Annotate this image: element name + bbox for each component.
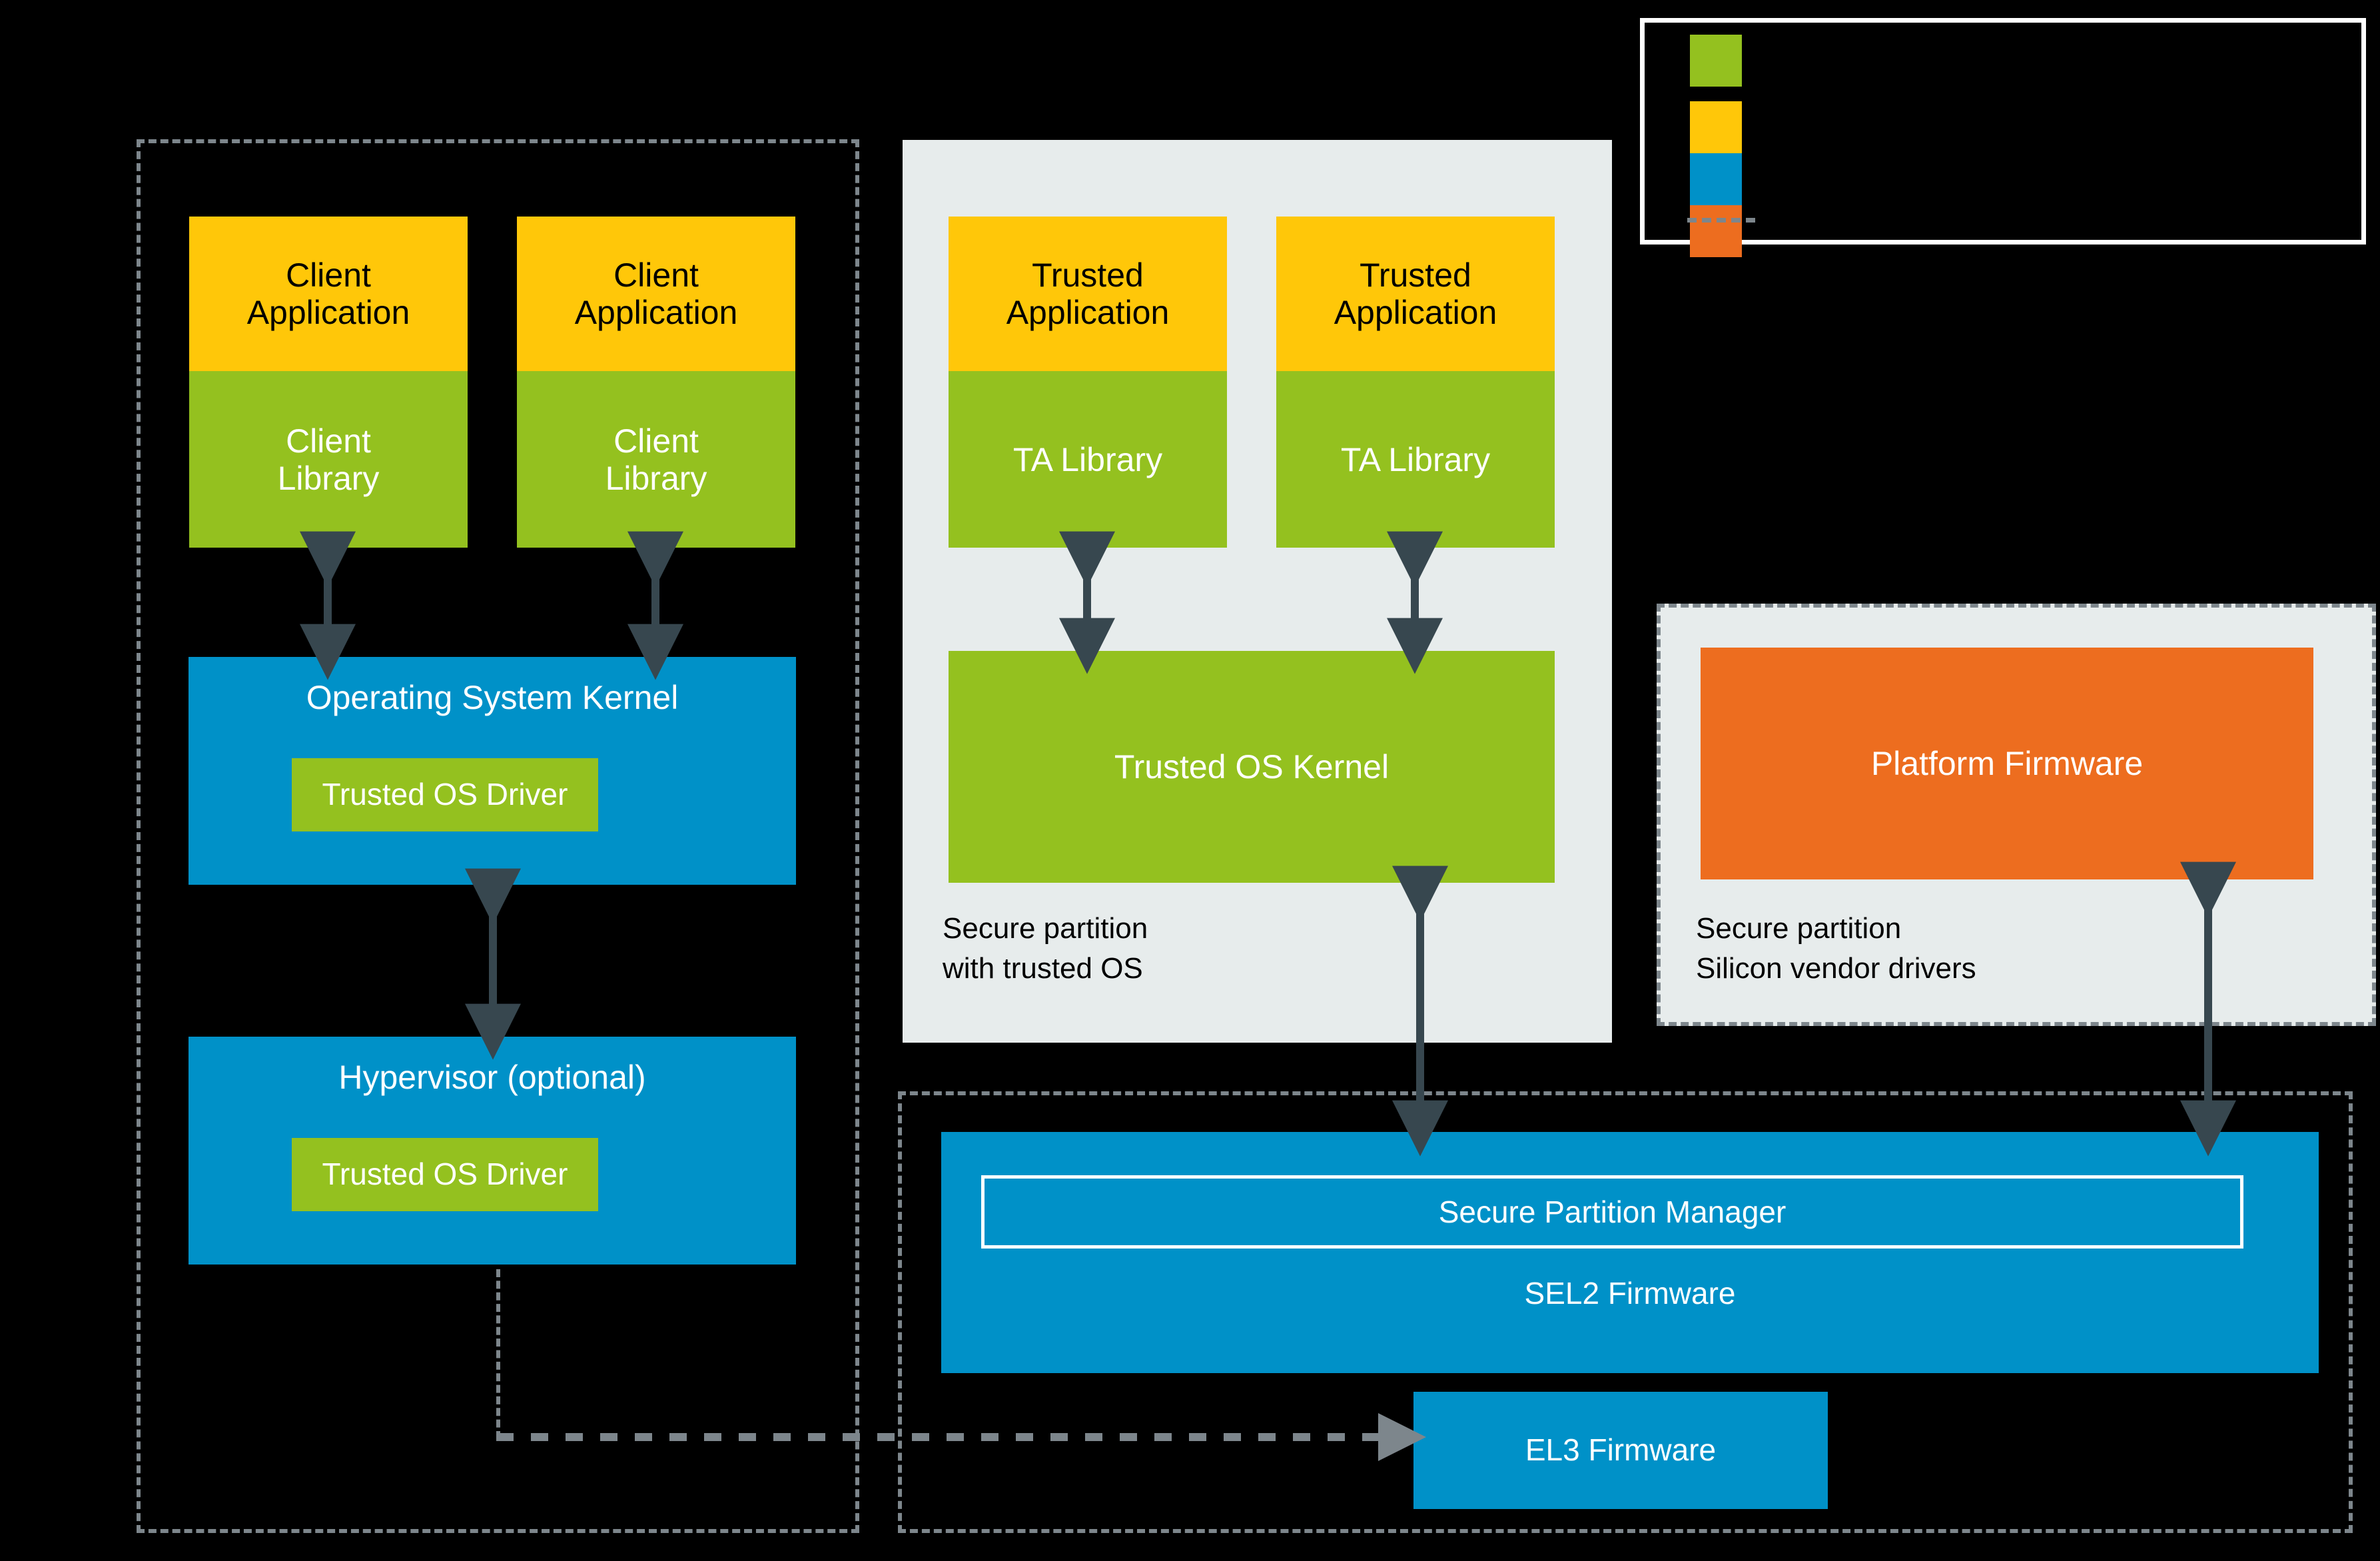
legend-swatch-blue xyxy=(1690,153,1742,205)
client-library-1[interactable]: Client Library xyxy=(189,371,468,548)
secure-partition-os-caption-line2: with trusted OS xyxy=(943,952,1143,985)
client-application-2[interactable]: Client Application xyxy=(517,217,795,371)
trusted-app-stack-1: Trusted Application TA Library xyxy=(949,217,1227,548)
secure-partition-os-caption-line1: Secure partition xyxy=(943,912,1148,945)
sel2-firmware-label: SEL2 Firmware xyxy=(1524,1276,1736,1310)
client-application-1[interactable]: Client Application xyxy=(189,217,468,371)
el3-firmware[interactable]: EL3 Firmware xyxy=(1413,1392,1828,1509)
platform-firmware[interactable]: Platform Firmware xyxy=(1701,648,2313,879)
secure-partition-vendor-caption-line1: Secure partition xyxy=(1696,912,1902,945)
secure-partition-manager[interactable]: Secure Partition Manager xyxy=(981,1175,2243,1249)
legend-box xyxy=(1640,18,2366,257)
hypervisor-label: Hypervisor (optional) xyxy=(338,1059,646,1096)
secure-partition-vendor-caption-line2: Silicon vendor drivers xyxy=(1696,952,1976,985)
hypervisor[interactable]: Hypervisor (optional) Trusted OS Driver xyxy=(189,1037,796,1265)
sel2-firmware-block[interactable]: Secure Partition Manager SEL2 Firmware xyxy=(941,1132,2319,1373)
normal-world-to-el3-connector xyxy=(496,1269,500,1439)
legend-dashed-line-sample xyxy=(1687,218,1755,223)
trusted-application-2[interactable]: Trusted Application xyxy=(1276,217,1555,371)
client-app-stack-1: Client Application Client Library xyxy=(189,217,468,548)
operating-system-kernel[interactable]: Operating System Kernel Trusted OS Drive… xyxy=(189,657,796,885)
legend-swatch-orange xyxy=(1690,205,1742,257)
ta-library-1[interactable]: TA Library xyxy=(949,371,1227,548)
legend-swatch-green xyxy=(1690,35,1742,87)
legend-swatch-yellow xyxy=(1690,101,1742,153)
trusted-application-1[interactable]: Trusted Application xyxy=(949,217,1227,371)
client-app-stack-2: Client Application Client Library xyxy=(517,217,795,548)
trusted-os-kernel[interactable]: Trusted OS Kernel xyxy=(949,651,1555,883)
diagram-canvas: Client Application Client Library Client… xyxy=(0,0,2380,1561)
client-library-2[interactable]: Client Library xyxy=(517,371,795,548)
operating-system-kernel-label: Operating System Kernel xyxy=(306,679,679,716)
ta-library-2[interactable]: TA Library xyxy=(1276,371,1555,548)
trusted-app-stack-2: Trusted Application TA Library xyxy=(1276,217,1555,548)
os-kernel-trusted-os-driver[interactable]: Trusted OS Driver xyxy=(292,758,598,831)
hypervisor-trusted-os-driver[interactable]: Trusted OS Driver xyxy=(292,1138,598,1211)
